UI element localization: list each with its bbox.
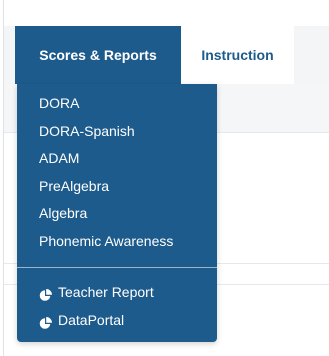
menu-item-dataportal[interactable]: DataPortal <box>39 309 124 331</box>
menu-item-dora-spanish[interactable]: DORA-Spanish <box>39 120 135 142</box>
pie-chart-icon <box>39 314 52 329</box>
menu-item-label: DataPortal <box>58 312 125 328</box>
menu-item-phonemic-awareness[interactable]: Phonemic Awareness <box>39 230 173 252</box>
menu-divider <box>17 267 217 268</box>
menu-item-label: Teacher Report <box>58 284 154 300</box>
page: Scores & Reports Instruction DORA DORA-S… <box>0 0 329 356</box>
pie-chart-icon <box>39 286 52 301</box>
scores-reports-dropdown: DORA DORA-Spanish ADAM PreAlgebra Algebr… <box>17 84 217 342</box>
menu-item-dora[interactable]: DORA <box>39 92 79 114</box>
tab-scores-reports[interactable]: Scores & Reports <box>15 26 181 84</box>
menu-item-adam[interactable]: ADAM <box>39 147 79 169</box>
menu-item-prealgebra[interactable]: PreAlgebra <box>39 175 109 197</box>
menu-item-teacher-report[interactable]: Teacher Report <box>39 281 154 303</box>
tab-instruction[interactable]: Instruction <box>181 26 294 84</box>
menu-item-algebra[interactable]: Algebra <box>39 202 87 224</box>
